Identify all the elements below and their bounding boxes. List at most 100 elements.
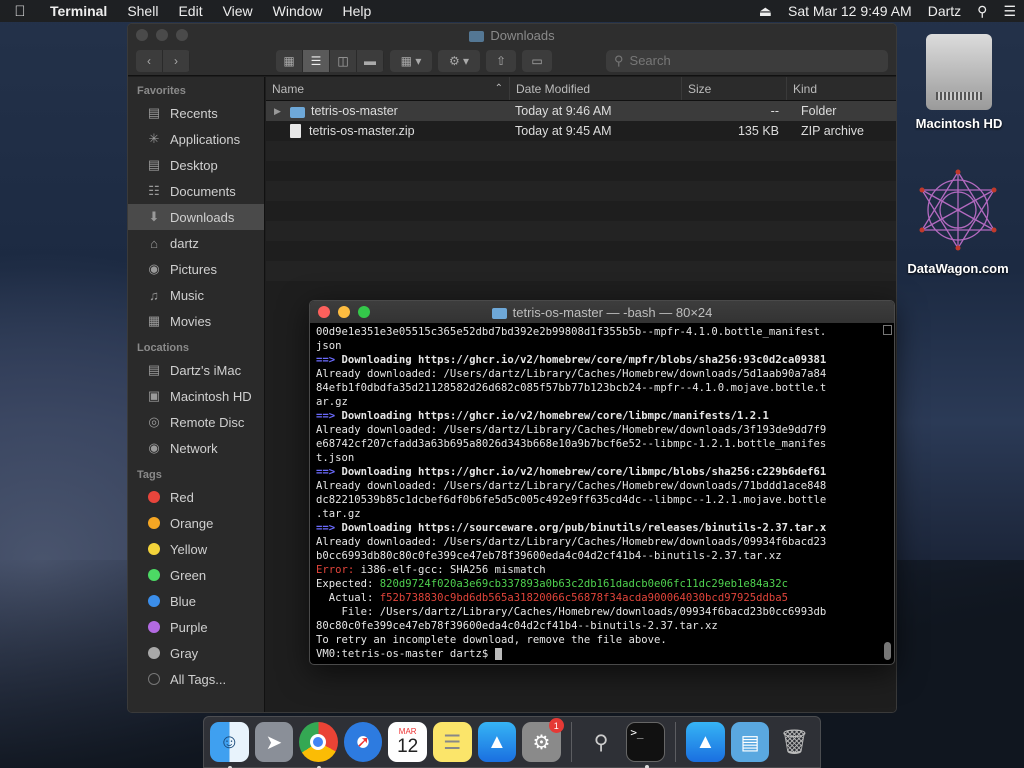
- file-row-zip[interactable]: tetris-os-master.zip Today at 9:45 AM 13…: [266, 121, 896, 141]
- app-store-folder-icon[interactable]: ▲: [686, 722, 725, 762]
- system-preferences-gear-icon[interactable]: ⚙ 1: [522, 718, 564, 762]
- sidebar-item-recents[interactable]: ▤ Recents: [128, 100, 264, 126]
- sidebar-item-tag-yellow[interactable]: Yellow: [128, 536, 264, 562]
- sidebar-item-downloads[interactable]: ⬇ Downloads: [128, 204, 264, 230]
- applications-icon: ✳: [148, 131, 160, 146]
- disclosure-triangle-icon[interactable]: ▶: [274, 106, 290, 117]
- share-icon[interactable]: ⇧: [486, 49, 516, 72]
- menu-edit[interactable]: Edit: [168, 3, 212, 19]
- terminal-line: ==> Downloading https://ghcr.io/v2/homeb…: [316, 353, 888, 367]
- launchpad-rocket-icon[interactable]: ➤: [254, 722, 294, 762]
- desktop-icon-macintosh-hd[interactable]: Macintosh HD: [904, 34, 1014, 131]
- sidebar-item-tag-gray[interactable]: Gray: [128, 640, 264, 666]
- gallery-view-icon[interactable]: ▬: [357, 49, 384, 72]
- tag-color-dot-icon: [148, 491, 160, 503]
- column-size[interactable]: Size: [682, 77, 787, 100]
- sidebar-item-imac[interactable]: ▤ Dartz's iMac: [128, 357, 264, 383]
- notes-icon[interactable]: ☰: [432, 722, 472, 762]
- safari-compass-icon[interactable]: ➚: [343, 722, 383, 762]
- forward-icon[interactable]: ›: [163, 49, 190, 72]
- terminal-line: ==> Downloading https://ghcr.io/v2/homeb…: [316, 465, 888, 479]
- file-list-header: Name ⌃ Date Modified Size Kind: [266, 77, 896, 101]
- group-icon[interactable]: ▦ ▾: [390, 49, 432, 72]
- apple-menu-icon[interactable]: : [0, 3, 40, 20]
- eject-icon[interactable]: ⏏: [751, 3, 780, 20]
- terminal-text: File: /Users/dartz/Library/Caches/Homebr…: [316, 606, 827, 618]
- search-input[interactable]: ⚲ Search: [606, 49, 888, 72]
- zoom-button[interactable]: [176, 29, 188, 41]
- sidebar-item-label: Desktop: [170, 157, 218, 173]
- sidebar-item-home[interactable]: ⌂ dartz: [128, 230, 264, 256]
- terminal-text: f52b738830c9bd6db565a31820066c56878f34ac…: [379, 592, 788, 604]
- spotlight-icon[interactable]: ⚲: [969, 3, 995, 20]
- terminal-line: 00d9e1e351e3e05515c365e52dbd7bd392e2b998…: [316, 325, 888, 339]
- terminal-scrollbar[interactable]: [883, 325, 892, 662]
- sidebar-item-all-tags[interactable]: All Tags...: [128, 666, 264, 692]
- terminal-titlebar[interactable]: tetris-os-master — -bash — 80×24: [310, 301, 894, 323]
- sidebar-item-network[interactable]: ◉ Network: [128, 435, 264, 461]
- sidebar-item-label: Pictures: [170, 261, 217, 277]
- menu-help[interactable]: Help: [332, 3, 381, 19]
- finder-titlebar[interactable]: Downloads: [128, 24, 896, 46]
- dock: ☺ ➤ ➚ MAR 12 ☰ ▲ ⚙ 1 ⚲ >_ ▲ ▤ 🗑: [203, 716, 821, 768]
- list-view-icon[interactable]: ☰: [303, 49, 330, 72]
- sidebar-item-tag-purple[interactable]: Purple: [128, 614, 264, 640]
- column-date[interactable]: Date Modified: [510, 77, 682, 100]
- zoom-button[interactable]: [358, 306, 370, 318]
- close-button[interactable]: [318, 306, 330, 318]
- column-kind[interactable]: Kind: [787, 77, 896, 100]
- desktop-icon-datawagon[interactable]: DataWagon.com: [903, 168, 1013, 276]
- terminal-text: Downloading https://ghcr.io/v2/homebrew/…: [341, 354, 827, 366]
- app-store-icon[interactable]: ▲: [477, 722, 517, 762]
- sidebar-item-tag-red[interactable]: Red: [128, 484, 264, 510]
- column-view-icon[interactable]: ◫: [330, 49, 357, 72]
- back-icon[interactable]: ‹: [136, 49, 163, 72]
- sidebar-item-music[interactable]: ♫ Music: [128, 282, 264, 308]
- sidebar-item-tag-orange[interactable]: Orange: [128, 510, 264, 536]
- icon-view-icon[interactable]: ▦: [276, 49, 303, 72]
- sidebar-item-movies[interactable]: ▦ Movies: [128, 308, 264, 334]
- terminal-text: ==>: [316, 522, 342, 534]
- finder-icon[interactable]: ☺: [210, 722, 249, 768]
- close-button[interactable]: [136, 29, 148, 41]
- action-gear-icon[interactable]: ⚙ ▾: [438, 49, 480, 72]
- sidebar-item-label: Purple: [170, 619, 208, 635]
- menu-app-name[interactable]: Terminal: [40, 3, 117, 19]
- sidebar-item-desktop[interactable]: ▤ Desktop: [128, 152, 264, 178]
- terminal-output[interactable]: 00d9e1e351e3e05515c365e52dbd7bd392e2b998…: [310, 323, 894, 664]
- terminal-text: 84efb1f0dbdfa35d21128582d26d682c085f57bb…: [316, 382, 827, 394]
- terminal-app-icon[interactable]: >_: [626, 722, 666, 768]
- minimize-button[interactable]: [338, 306, 350, 318]
- sidebar-item-tag-green[interactable]: Green: [128, 562, 264, 588]
- sidebar-item-documents[interactable]: ☷ Documents: [128, 178, 264, 204]
- sidebar-item-label: Blue: [170, 593, 197, 609]
- minimize-button[interactable]: [156, 29, 168, 41]
- menu-view[interactable]: View: [213, 3, 263, 19]
- chrome-icon[interactable]: [299, 722, 338, 768]
- compass-drafting-icon[interactable]: ⚲: [582, 722, 621, 762]
- finder-toolbar: ‹ › ▦ ☰ ◫ ▬ ▦ ▾ ⚙ ▾ ⇧ ▭ ⚲ Search: [128, 46, 896, 76]
- terminal-line: 80c80c0fe399ce47eb78f39600eda4c04d2cf41b…: [316, 619, 888, 633]
- menu-clock[interactable]: Sat Mar 12 9:49 AM: [780, 3, 920, 19]
- downloads-folder-icon[interactable]: ▤: [730, 722, 770, 762]
- menu-window[interactable]: Window: [263, 3, 333, 19]
- tag-icon[interactable]: ▭: [522, 49, 552, 72]
- sidebar-item-label: Music: [170, 287, 204, 303]
- terminal-line: dc82210539b85c1dcbef6df0b6fe5d5c005c492e…: [316, 493, 888, 507]
- sidebar-item-macintosh-hd[interactable]: ▣ Macintosh HD: [128, 383, 264, 409]
- menu-shell[interactable]: Shell: [117, 3, 168, 19]
- notification-center-icon[interactable]: ☰: [995, 3, 1024, 20]
- sidebar-item-remote-disc[interactable]: ◎ Remote Disc: [128, 409, 264, 435]
- sidebar-item-label: Dartz's iMac: [170, 362, 242, 378]
- recents-icon: ▤: [147, 105, 161, 120]
- column-name[interactable]: Name ⌃: [266, 77, 510, 100]
- sidebar-item-tag-blue[interactable]: Blue: [128, 588, 264, 614]
- calendar-icon[interactable]: MAR 12: [388, 722, 427, 762]
- terminal-text: To retry an incomplete download, remove …: [316, 634, 667, 646]
- sidebar-item-applications[interactable]: ✳ Applications: [128, 126, 264, 152]
- sidebar-item-pictures[interactable]: ◉ Pictures: [128, 256, 264, 282]
- menu-user[interactable]: Dartz: [920, 3, 969, 19]
- trash-icon[interactable]: 🗑: [775, 722, 814, 762]
- file-row-folder[interactable]: ▶ tetris-os-master Today at 9:46 AM -- Fo…: [266, 101, 896, 121]
- terminal-text: 820d9724f020a3e69cb337893a0b63c2db161dad…: [379, 578, 788, 590]
